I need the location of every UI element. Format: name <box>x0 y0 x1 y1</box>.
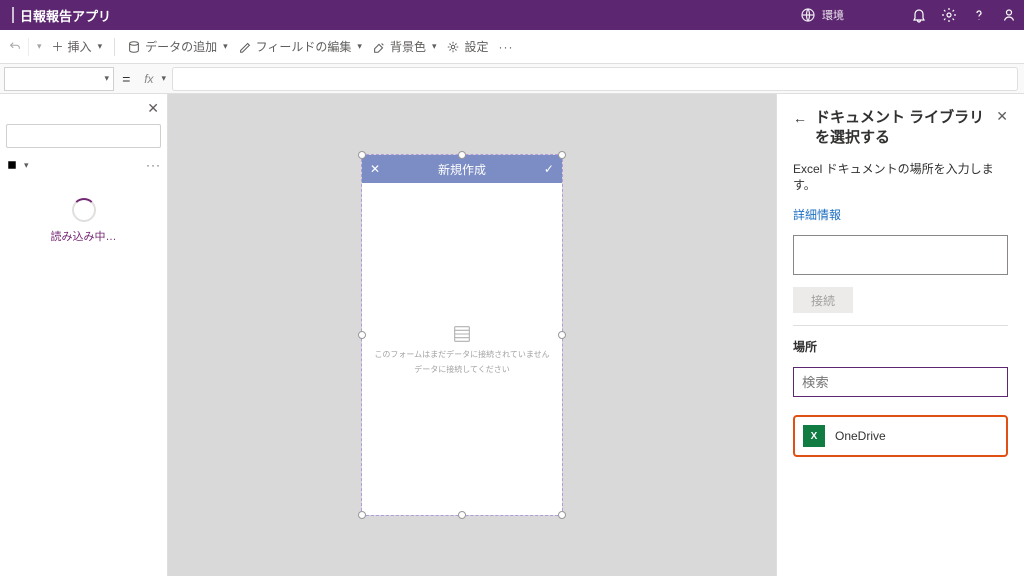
chevron-down-icon: ▾ <box>37 41 42 52</box>
panel-divider <box>793 325 1008 326</box>
main-area: ✕ ▾ ··· 読み込み中… ✕ 新規作成 <box>0 94 1024 576</box>
tree-panel: ✕ ▾ ··· 読み込み中… <box>0 94 168 576</box>
edit-fields-label: フィールドの編集 <box>256 38 352 55</box>
document-path-input[interactable] <box>793 235 1008 275</box>
notifications-button[interactable] <box>904 0 934 30</box>
property-selector[interactable]: ▾ <box>4 67 114 91</box>
panel-title-row: ← ドキュメント ライブラリ を選択する ✕ <box>793 108 1008 149</box>
data-source-panel: ← ドキュメント ライブラリ を選択する ✕ Excel ドキュメントの場所を入… <box>776 94 1024 576</box>
insert-menu[interactable]: ＋ 挿入 ▾ <box>52 38 103 55</box>
back-button[interactable]: ← <box>793 110 807 126</box>
app-header: 日報報告アプリ 環境 <box>0 0 1024 30</box>
chevron-down-icon: ▾ <box>98 41 103 52</box>
edit-fields-menu[interactable]: フィールドの編集 ▾ <box>238 38 362 55</box>
panel-hint: Excel ドキュメントの場所を入力します。 <box>793 161 1008 195</box>
chevron-down-icon: ▾ <box>357 41 362 52</box>
settings-label: 設定 <box>464 38 488 55</box>
add-data-label: データの追加 <box>145 38 217 55</box>
form-submit-icon[interactable]: ✓ <box>544 162 554 176</box>
form-body: このフォームはまだデータに接続されていません データに接続してください <box>362 183 562 515</box>
no-data-icon <box>451 323 473 345</box>
person-icon <box>1001 7 1017 23</box>
loading-indicator: 読み込み中… <box>6 198 161 244</box>
settings-button[interactable] <box>934 0 964 30</box>
gear-icon <box>446 40 460 54</box>
location-item-onedrive[interactable]: OneDrive <box>793 415 1008 457</box>
panel-title: ドキュメント ライブラリ を選択する <box>815 108 988 149</box>
resize-handle[interactable] <box>558 511 566 519</box>
account-button[interactable] <box>994 0 1024 30</box>
excel-icon <box>803 425 825 447</box>
fx-label: fx <box>138 72 159 86</box>
add-data-menu[interactable]: データの追加 ▾ <box>127 38 228 55</box>
ribbon-sep-0 <box>28 38 29 56</box>
resize-handle[interactable] <box>558 331 566 339</box>
resize-handle[interactable] <box>458 151 466 159</box>
chevron-down-icon: ▾ <box>223 41 228 52</box>
help-button[interactable] <box>964 0 994 30</box>
insert-label: 挿入 <box>68 38 92 55</box>
form-title: 新規作成 <box>438 161 486 178</box>
undo-icon <box>8 40 22 54</box>
tree-node-overflow[interactable]: ··· <box>146 158 161 172</box>
pen-icon <box>238 40 252 54</box>
formula-bar: ▾ = fx ▾ <box>0 64 1024 94</box>
chevron-down-icon: ▾ <box>162 73 167 84</box>
connect-button[interactable]: 接続 <box>793 287 853 313</box>
empty-line2: データに接続してください <box>414 364 510 375</box>
environment-icon <box>800 7 816 23</box>
resize-handle[interactable] <box>558 151 566 159</box>
settings-menu[interactable]: 設定 <box>446 38 488 55</box>
form-header: ✕ 新規作成 ✓ <box>362 155 562 183</box>
app-title: 日報報告アプリ <box>20 6 111 25</box>
location-label: 場所 <box>793 338 1008 355</box>
data-icon <box>127 40 141 54</box>
form-control[interactable]: ✕ 新規作成 ✓ このフォームはまだデータに接続されていません データに接続して… <box>362 155 562 515</box>
form-close-icon[interactable]: ✕ <box>370 162 380 176</box>
resize-handle[interactable] <box>358 151 366 159</box>
location-name: OneDrive <box>835 429 886 443</box>
empty-line1: このフォームはまだデータに接続されていません <box>374 349 549 360</box>
spinner-icon <box>72 198 96 222</box>
title-bar-accent <box>12 7 14 23</box>
loading-label: 読み込み中… <box>51 228 117 244</box>
location-search-input[interactable] <box>793 367 1008 397</box>
resize-handle[interactable] <box>458 511 466 519</box>
app-title-group: 日報報告アプリ <box>0 6 111 25</box>
equals-label: = <box>114 71 138 87</box>
tree-node[interactable]: ▾ ··· <box>6 158 161 172</box>
chevron-down-icon: ▾ <box>24 160 29 171</box>
ribbon-sep-1 <box>114 38 115 56</box>
close-tree-button[interactable]: ✕ <box>147 100 159 117</box>
formula-input[interactable] <box>172 67 1018 91</box>
plus-icon: ＋ <box>52 38 64 55</box>
resize-handle[interactable] <box>358 511 366 519</box>
canvas[interactable]: ✕ 新規作成 ✓ このフォームはまだデータに接続されていません データに接続して… <box>168 94 776 576</box>
background-color-menu[interactable]: 背景色 ▾ <box>372 38 437 55</box>
chevron-down-icon: ▾ <box>104 73 109 84</box>
screen-icon <box>6 159 18 171</box>
chevron-down-icon: ▾ <box>432 41 437 52</box>
close-panel-button[interactable]: ✕ <box>996 108 1008 125</box>
undo-dropdown[interactable]: ▾ <box>8 38 42 56</box>
help-icon <box>971 7 987 23</box>
gear-icon <box>941 7 957 23</box>
resize-handle[interactable] <box>358 331 366 339</box>
ribbon-toolbar: ▾ ＋ 挿入 ▾ データの追加 ▾ フィールドの編集 ▾ 背景色 ▾ 設定 ··… <box>0 30 1024 64</box>
environment-picker[interactable]: 環境 <box>800 7 844 23</box>
overflow-menu[interactable]: ··· <box>499 40 514 54</box>
bell-icon <box>911 7 927 23</box>
more-info-link[interactable]: 詳細情報 <box>793 206 1008 223</box>
environment-label: 環境 <box>822 7 844 23</box>
tree-search-input[interactable] <box>6 124 161 148</box>
paint-icon <box>372 40 386 54</box>
background-label: 背景色 <box>390 38 426 55</box>
